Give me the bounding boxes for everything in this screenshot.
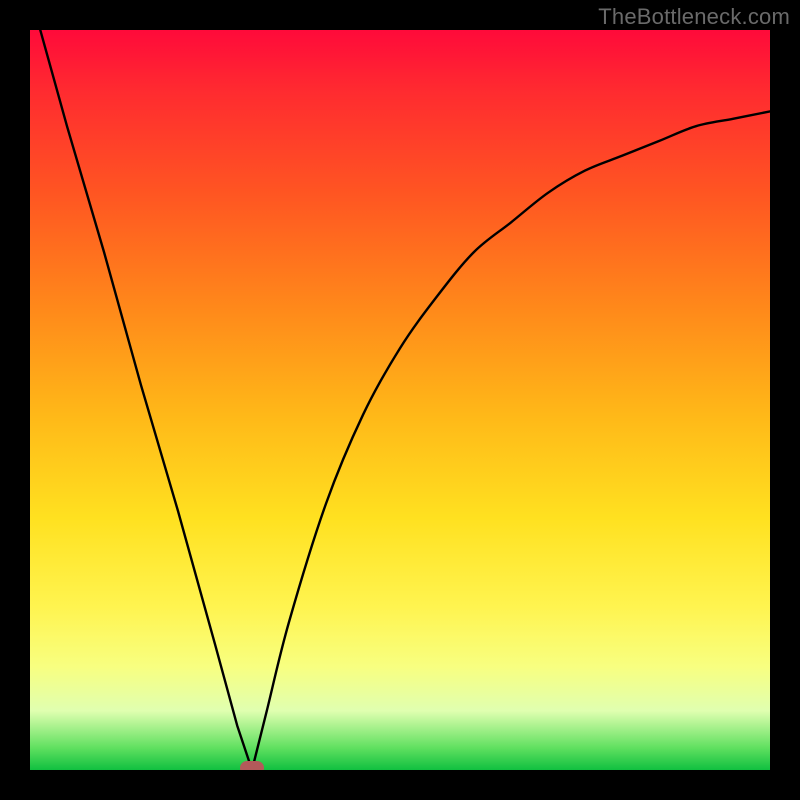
optimum-marker — [240, 761, 264, 770]
curve-layer — [30, 30, 770, 770]
plot-area — [30, 30, 770, 770]
bottleneck-curve — [30, 30, 770, 770]
watermark-label: TheBottleneck.com — [598, 4, 790, 30]
chart-frame: TheBottleneck.com — [0, 0, 800, 800]
